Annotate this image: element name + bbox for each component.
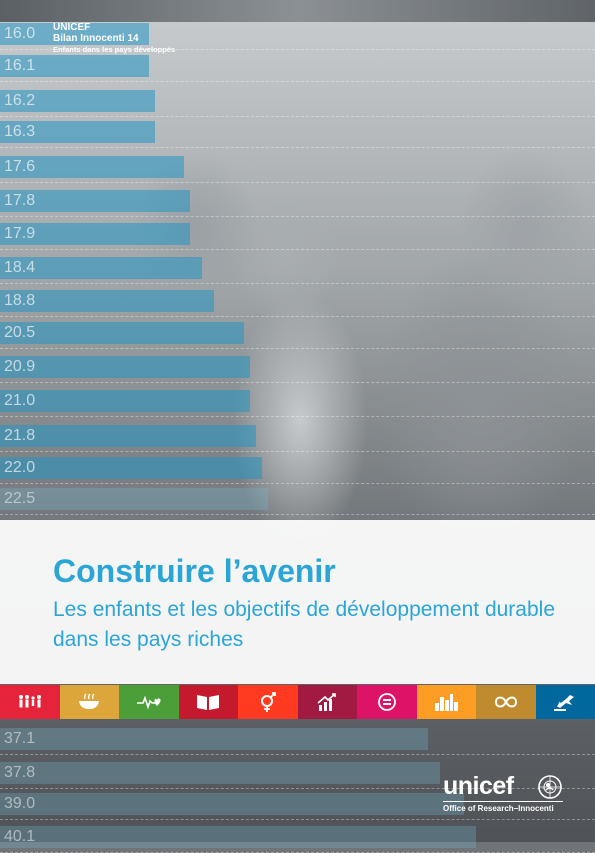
- series-subtitle: Enfants dans les pays développés: [53, 44, 175, 55]
- data-bar: [0, 390, 250, 412]
- data-bar-label: 17.9: [4, 223, 35, 245]
- bar-separator: [0, 283, 595, 284]
- decent-work-icon: [298, 685, 358, 719]
- bar-separator: [0, 116, 595, 117]
- data-bar-label: 18.8: [4, 290, 35, 312]
- sustainable-cities-icon: [417, 685, 477, 719]
- bar-separator: [0, 147, 595, 148]
- logo-divider: [443, 801, 563, 802]
- bar-separator: [0, 81, 595, 82]
- data-bar-label: 39.0: [4, 793, 35, 815]
- page-title: Construire l’avenir: [53, 553, 336, 590]
- data-bar: [0, 762, 440, 784]
- data-bar-label: 21.0: [4, 390, 35, 412]
- data-bar: [0, 457, 262, 479]
- unicef-wordmark: unicef: [443, 772, 514, 801]
- data-bar-label: 16.0: [4, 23, 35, 45]
- bar-separator: [0, 416, 595, 417]
- bar-separator: [0, 249, 595, 250]
- data-bar-label: 20.9: [4, 356, 35, 378]
- data-bar-label: 17.6: [4, 156, 35, 178]
- data-bar-label: 22.5: [4, 488, 35, 510]
- quality-education-icon: [179, 685, 239, 719]
- unicef-logo: unicef Office of Research–Innocenti: [443, 772, 563, 822]
- bar-separator: [0, 316, 595, 317]
- data-bar: [0, 826, 476, 848]
- bar-separator: [0, 451, 595, 452]
- bar-separator: [0, 382, 595, 383]
- bar-separator: [0, 348, 595, 349]
- data-bar-label: 37.1: [4, 728, 35, 750]
- responsible-consumption-icon: [476, 685, 536, 719]
- data-bar: [0, 793, 464, 815]
- data-bar: [0, 728, 428, 750]
- bar-separator: [0, 754, 595, 755]
- data-bar-label: 20.5: [4, 322, 35, 344]
- data-bar-label: 21.8: [4, 425, 35, 447]
- unicef-tagline: Office of Research–Innocenti: [443, 804, 554, 813]
- data-bar-label: 17.8: [4, 190, 35, 212]
- page-subtitle: Les enfants et les objectifs de développ…: [53, 595, 573, 655]
- data-bar-label: 16.1: [4, 55, 35, 77]
- unicef-emblem-icon: [538, 775, 562, 799]
- org-name: UNICEF: [53, 22, 175, 33]
- data-bar-label: 16.2: [4, 90, 35, 112]
- reduced-inequalities-icon: [357, 685, 417, 719]
- data-bar-label: 37.8: [4, 762, 35, 784]
- data-bar: [0, 322, 244, 344]
- series-name: Bilan Innocenti 14: [53, 33, 175, 44]
- data-bar-label: 22.0: [4, 457, 35, 479]
- bar-separator: [0, 483, 595, 484]
- data-bar-label: 18.4: [4, 257, 35, 279]
- gender-equality-icon: [238, 685, 298, 719]
- bar-separator: [0, 216, 595, 217]
- bar-separator: [0, 514, 595, 515]
- data-bar-label: 40.1: [4, 826, 35, 848]
- data-bar: [0, 488, 268, 510]
- sdg-icon-strip: [0, 685, 595, 719]
- data-bar: [0, 356, 250, 378]
- bar-separator: [0, 182, 595, 183]
- report-header: UNICEF Bilan Innocenti 14 Enfants dans l…: [53, 22, 175, 55]
- zero-hunger-icon: [60, 685, 120, 719]
- good-health-icon: [119, 685, 179, 719]
- no-poverty-icon: [0, 685, 60, 719]
- data-bar: [0, 425, 256, 447]
- data-bar-label: 16.3: [4, 121, 35, 143]
- peace-justice-icon: [536, 685, 595, 719]
